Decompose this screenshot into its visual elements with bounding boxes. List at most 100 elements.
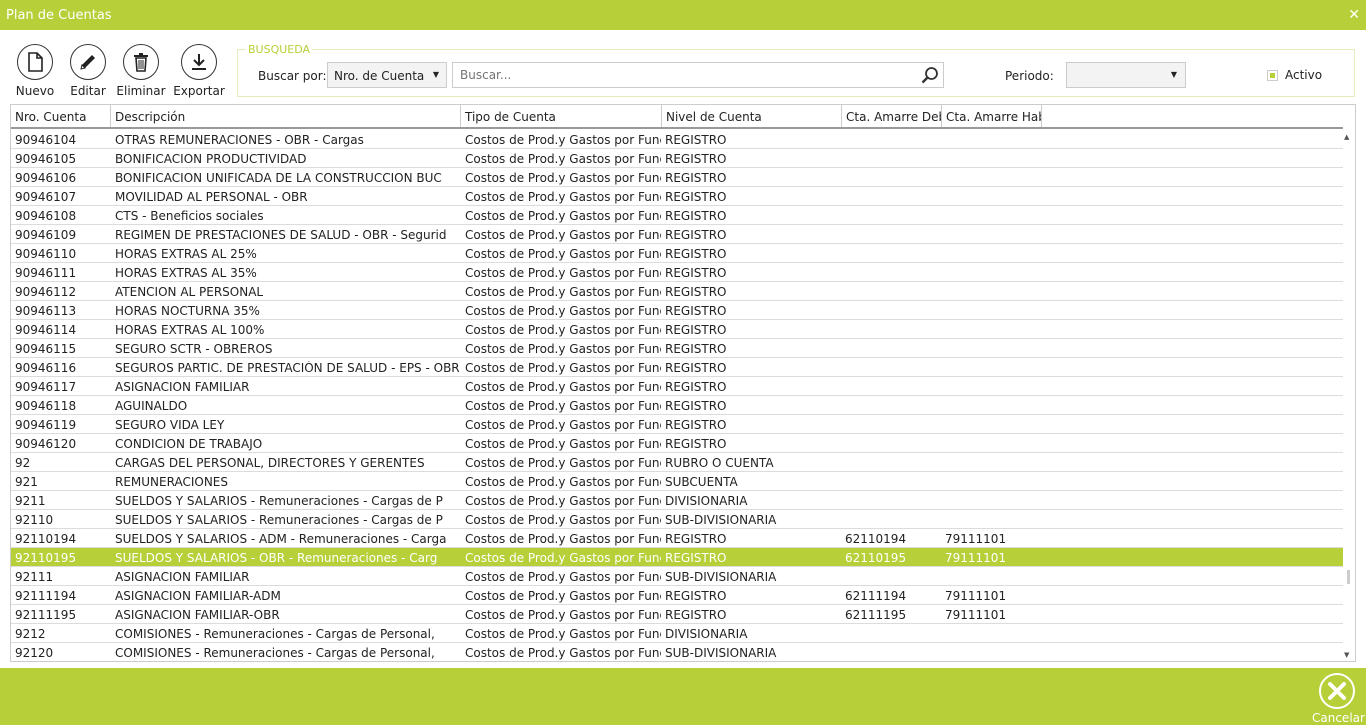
scroll-thumb[interactable] <box>1347 570 1350 584</box>
column-header-amarre-hab[interactable]: Cta. Amarre Hab <box>942 105 1042 127</box>
vertical-scrollbar[interactable]: ▲ ▼ <box>1342 105 1355 661</box>
cell-nivel-cuenta: SUB-DIVISIONARIA <box>665 570 777 584</box>
cell-nro-cuenta: 90946110 <box>15 247 77 261</box>
cell-descripcion: BONIFICACION UNIFICADA DE LA CONSTRUCCIO… <box>115 171 442 185</box>
table-row[interactable]: 9212 COMISIONES - Remuneraciones - Cargas… <box>11 624 1343 643</box>
caret-down-icon: ▼ <box>432 70 439 79</box>
cell-tipo-cuenta: Costos de Prod.y Gastos por Función <box>465 209 661 223</box>
table-row[interactable]: 90946116 SEGUROS PARTIC. DE PRESTACIÓN DE… <box>11 358 1343 377</box>
cell-nivel-cuenta: REGISTRO <box>665 247 727 261</box>
table-row[interactable]: 92110195 SUELDOS Y SALARIOS - OBR - Remun… <box>11 548 1343 567</box>
periodo-select[interactable]: ▼ <box>1066 62 1186 88</box>
cell-nivel-cuenta: REGISTRO <box>665 152 727 166</box>
new-document-icon <box>17 44 53 80</box>
cell-nro-cuenta: 90946107 <box>15 190 77 204</box>
table-row[interactable]: 90946120 CONDICION DE TRABAJO Costos de Pr… <box>11 434 1343 453</box>
table-row[interactable]: 92111195 ASIGNACION FAMILIAR-OBR Costos de… <box>11 605 1343 624</box>
activo-checkbox[interactable]: Activo <box>1267 68 1322 82</box>
column-header-nro-cuenta[interactable]: Nro. Cuenta <box>11 105 111 127</box>
cell-tipo-cuenta: Costos de Prod.y Gastos por Función <box>465 532 661 546</box>
cell-descripcion: REMUNERACIONES <box>115 475 229 489</box>
table-row[interactable]: 90946104 OTRAS REMUNERACIONES - OBR - Car… <box>11 130 1343 149</box>
cell-nro-cuenta: 90946114 <box>15 323 77 337</box>
table-row[interactable]: 90946106 BONIFICACION UNIFICADA DE LA CON… <box>11 168 1343 187</box>
cell-nro-cuenta: 92110194 <box>15 532 77 546</box>
cell-descripcion: HORAS EXTRAS AL 35% <box>115 266 257 280</box>
table-row[interactable]: 92110194 SUELDOS Y SALARIOS - ADM - Remun… <box>11 529 1343 548</box>
cell-nivel-cuenta: REGISTRO <box>665 228 727 242</box>
accounts-grid: Nro. Cuenta Descripción Tipo de Cuenta N… <box>10 104 1356 662</box>
table-row[interactable]: 90946108 CTS - Beneficios sociales Costos … <box>11 206 1343 225</box>
cell-nivel-cuenta: REGISTRO <box>665 342 727 356</box>
table-row[interactable]: 92111 ASIGNACION FAMILIAR Costos de Prod.y… <box>11 567 1343 586</box>
table-row[interactable]: 9211 SUELDOS Y SALARIOS - Remuneraciones … <box>11 491 1343 510</box>
buscar-por-label: Buscar por: <box>258 69 327 83</box>
cell-nivel-cuenta: REGISTRO <box>665 171 727 185</box>
cell-nro-cuenta: 90946105 <box>15 152 77 166</box>
cancel-button[interactable]: Cancelar <box>1312 673 1365 725</box>
cell-nivel-cuenta: REGISTRO <box>665 399 727 413</box>
cell-tipo-cuenta: Costos de Prod.y Gastos por Función <box>465 247 661 261</box>
table-row[interactable]: 90946105 BONIFICACION PRODUCTIVIDAD Costos… <box>11 149 1343 168</box>
cell-nivel-cuenta: REGISTRO <box>665 361 727 375</box>
column-header-descripcion[interactable]: Descripción <box>111 105 461 127</box>
table-row[interactable]: 90946115 SEGURO SCTR - OBREROS Costos de P… <box>11 339 1343 358</box>
cell-nivel-cuenta: SUB-DIVISIONARIA <box>665 513 777 527</box>
scroll-down-icon[interactable]: ▼ <box>1344 651 1349 659</box>
cell-descripcion: BONIFICACION PRODUCTIVIDAD <box>115 152 307 166</box>
table-row[interactable]: 90946107 MOVILIDAD AL PERSONAL - OBR Costo… <box>11 187 1343 206</box>
search-input[interactable] <box>453 63 913 87</box>
exportar-button[interactable]: Exportar <box>171 44 227 98</box>
table-row[interactable]: 921 REMUNERACIONES Costos de Prod.y Gastos… <box>11 472 1343 491</box>
search-field[interactable] <box>452 62 944 88</box>
cell-amarre-hab: 79111101 <box>945 551 1007 565</box>
column-header-tipo-cuenta[interactable]: Tipo de Cuenta <box>461 105 662 127</box>
editar-button[interactable]: Editar <box>60 44 116 98</box>
nuevo-button[interactable]: Nuevo <box>7 44 63 98</box>
cell-nivel-cuenta: REGISTRO <box>665 323 727 337</box>
table-row[interactable]: 92 CARGAS DEL PERSONAL, DIRECTORES Y GERE… <box>11 453 1343 472</box>
table-row[interactable]: 90946118 AGUINALDO Costos de Prod.y Gastos… <box>11 396 1343 415</box>
buscar-por-value: Nro. de Cuenta <box>334 69 425 83</box>
cell-tipo-cuenta: Costos de Prod.y Gastos por Función <box>465 513 661 527</box>
scroll-up-icon[interactable]: ▲ <box>1344 133 1349 141</box>
caret-down-icon: ▼ <box>1170 70 1177 79</box>
cell-descripcion: REGIMEN DE PRESTACIONES DE SALUD - OBR -… <box>115 228 447 242</box>
cell-amarre-hab: 79111101 <box>945 532 1007 546</box>
table-row[interactable]: 90946117 ASIGNACION FAMILIAR Costos de Pro… <box>11 377 1343 396</box>
table-row[interactable]: 92111194 ASIGNACION FAMILIAR-ADM Costos de… <box>11 586 1343 605</box>
cell-nivel-cuenta: DIVISIONARIA <box>665 494 748 508</box>
eliminar-button[interactable]: Eliminar <box>113 44 169 98</box>
table-row[interactable]: 90946113 HORAS NOCTURNA 35% Costos de Prod… <box>11 301 1343 320</box>
table-row[interactable]: 92120 COMISIONES - Remuneraciones - Carga… <box>11 643 1343 661</box>
table-row[interactable]: 90946112 ATENCION AL PERSONAL Costos de Pr… <box>11 282 1343 301</box>
buscar-por-select[interactable]: Nro. de Cuenta ▼ <box>327 62 447 88</box>
cell-nro-cuenta: 92110 <box>15 513 54 527</box>
cell-nro-cuenta: 9211 <box>15 494 46 508</box>
cell-tipo-cuenta: Costos de Prod.y Gastos por Función <box>465 456 661 470</box>
cell-tipo-cuenta: Costos de Prod.y Gastos por Función <box>465 475 661 489</box>
cell-descripcion: HORAS NOCTURNA 35% <box>115 304 260 318</box>
cell-nro-cuenta: 92110195 <box>15 551 77 565</box>
close-icon[interactable]: ✕ <box>1348 7 1360 23</box>
table-row[interactable]: 90946119 SEGURO VIDA LEY Costos de Prod.y … <box>11 415 1343 434</box>
table-row[interactable]: 92110 SUELDOS Y SALARIOS - Remuneraciones… <box>11 510 1343 529</box>
column-header-amarre-deb[interactable]: Cta. Amarre Deb <box>842 105 942 127</box>
footer-bar: Cancelar <box>0 668 1366 725</box>
table-row[interactable]: 90946109 REGIMEN DE PRESTACIONES DE SALUD… <box>11 225 1343 244</box>
grid-header: Nro. Cuenta Descripción Tipo de Cuenta N… <box>11 105 1343 129</box>
cell-tipo-cuenta: Costos de Prod.y Gastos por Función <box>465 342 661 356</box>
cell-descripcion: ASIGNACION FAMILIAR <box>115 380 250 394</box>
pencil-icon <box>70 44 106 80</box>
cell-tipo-cuenta: Costos de Prod.y Gastos por Función <box>465 418 661 432</box>
search-icon[interactable] <box>921 66 939 87</box>
cell-descripcion: CARGAS DEL PERSONAL, DIRECTORES Y GERENT… <box>115 456 425 470</box>
cell-tipo-cuenta: Costos de Prod.y Gastos por Función <box>465 399 661 413</box>
column-header-nivel-cuenta[interactable]: Nivel de Cuenta <box>662 105 842 127</box>
table-row[interactable]: 90946111 HORAS EXTRAS AL 35% Costos de Pro… <box>11 263 1343 282</box>
table-row[interactable]: 90946110 HORAS EXTRAS AL 25% Costos de Pro… <box>11 244 1343 263</box>
table-row[interactable]: 90946114 HORAS EXTRAS AL 100% Costos de Pr… <box>11 320 1343 339</box>
cell-tipo-cuenta: Costos de Prod.y Gastos por Función <box>465 494 661 508</box>
activo-label: Activo <box>1285 68 1323 82</box>
cell-amarre-hab: 79111101 <box>945 608 1007 622</box>
